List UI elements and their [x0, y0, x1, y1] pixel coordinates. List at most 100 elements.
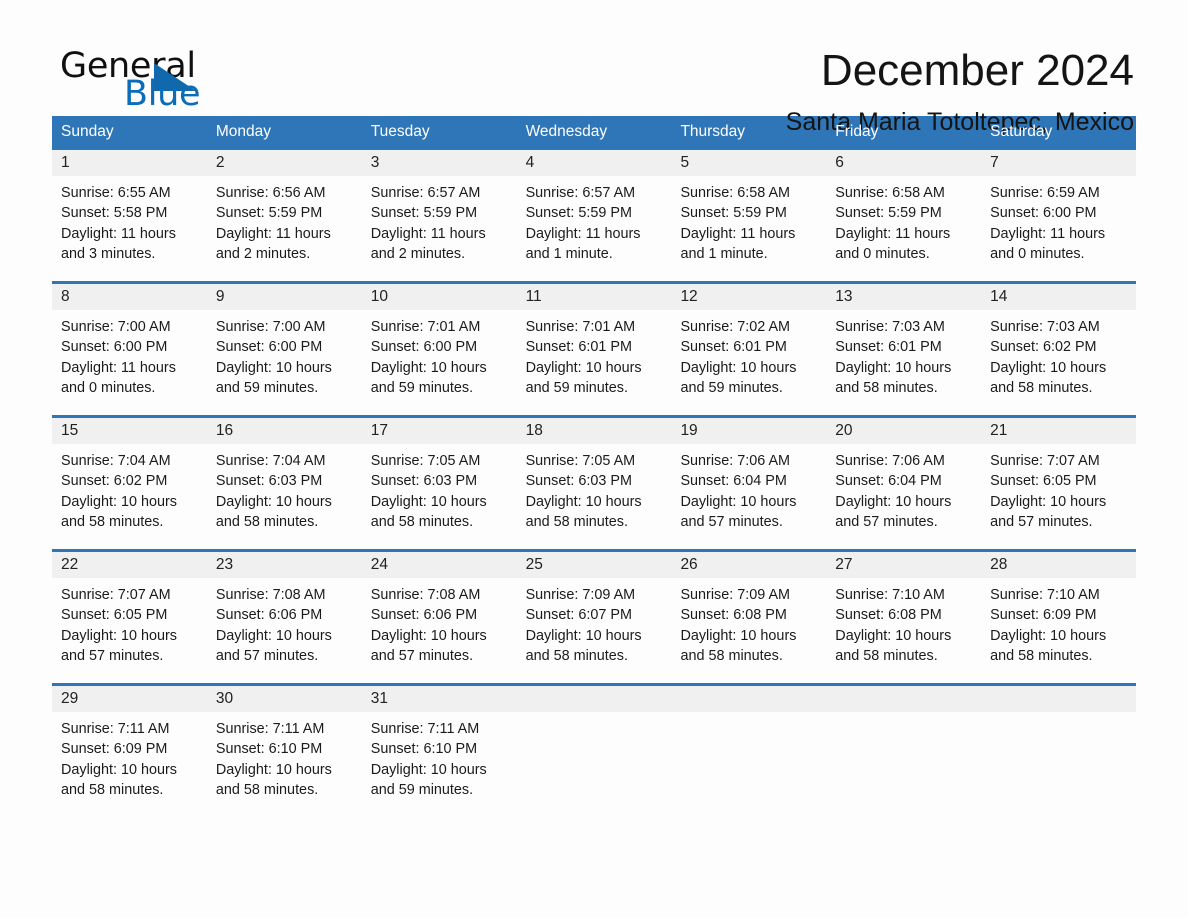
day-cell[interactable]: 26 Sunrise: 7:09 AM Sunset: 6:08 PM Dayl… [671, 552, 827, 683]
day-cell[interactable]: 11 Sunrise: 7:01 AM Sunset: 6:01 PM Dayl… [516, 284, 672, 415]
sunset-text: Sunset: 6:09 PM [990, 607, 1097, 624]
weekday-header-row: Sunday Monday Tuesday Wednesday Thursday… [52, 116, 1136, 147]
day-number: 1 [61, 154, 70, 171]
sunset-text: Sunset: 5:59 PM [370, 205, 478, 222]
day-info: Sunrise: 7:03 AM Sunset: 6:01 PM Dayligh… [826, 310, 981, 398]
day-number: 17 [370, 422, 388, 439]
day-cell[interactable]: 15 Sunrise: 7:04 AM Sunset: 6:02 PM Dayl… [52, 418, 207, 549]
sunset-text: Sunset: 6:03 PM [525, 473, 632, 490]
day-number: 6 [835, 154, 844, 171]
day-cell[interactable]: 2 Sunrise: 6:56 AM Sunset: 5:59 PM Dayli… [206, 150, 362, 281]
day-number-band: 26 [671, 552, 827, 578]
day-cell[interactable]: 3 Sunrise: 6:57 AM Sunset: 5:59 PM Dayli… [361, 150, 517, 281]
day-cell[interactable]: 23 Sunrise: 7:08 AM Sunset: 6:06 PM Dayl… [206, 552, 362, 683]
sunrise-text: Sunrise: 7:10 AM [835, 587, 945, 603]
day-info: Sunrise: 6:55 AM Sunset: 5:58 PM Dayligh… [52, 176, 207, 264]
day-number-band: 3 [361, 150, 517, 176]
sunrise-text: Sunrise: 6:57 AM [370, 185, 481, 201]
sunrise-text: Sunrise: 6:59 AM [990, 185, 1100, 201]
day-cell[interactable]: 28 Sunrise: 7:10 AM Sunset: 6:09 PM Dayl… [981, 552, 1137, 683]
day-number: 10 [370, 288, 388, 305]
day-number: 20 [835, 422, 853, 439]
sunrise-text: Sunrise: 7:06 AM [835, 453, 945, 469]
sunrise-text: Sunrise: 6:56 AM [215, 185, 326, 201]
day-cell-empty [826, 686, 982, 817]
day-cell[interactable]: 9 Sunrise: 7:00 AM Sunset: 6:00 PM Dayli… [206, 284, 362, 415]
day-number-band [981, 686, 1137, 712]
daylight-text: Daylight: 11 hours and 1 minute. [525, 225, 641, 262]
day-number-band: 15 [52, 418, 207, 444]
day-cell[interactable]: 22 Sunrise: 7:07 AM Sunset: 6:05 PM Dayl… [52, 552, 207, 683]
day-number: 14 [990, 288, 1008, 305]
day-number-band: 6 [826, 150, 982, 176]
daylight-text: Daylight: 10 hours and 58 minutes. [61, 761, 177, 798]
sunset-text: Sunset: 6:10 PM [215, 741, 323, 758]
week-row: 22 Sunrise: 7:07 AM Sunset: 6:05 PM Dayl… [52, 549, 1137, 683]
logo-text-blue: Blue [124, 74, 201, 114]
daylight-text: Daylight: 10 hours and 59 minutes. [370, 761, 487, 798]
day-cell[interactable]: 24 Sunrise: 7:08 AM Sunset: 6:06 PM Dayl… [361, 552, 517, 683]
day-cell[interactable]: 19 Sunrise: 7:06 AM Sunset: 6:04 PM Dayl… [671, 418, 827, 549]
day-cell[interactable]: 30 Sunrise: 7:11 AM Sunset: 6:10 PM Dayl… [206, 686, 362, 817]
sunrise-text: Sunrise: 7:00 AM [61, 319, 171, 335]
day-number-band: 4 [516, 150, 672, 176]
day-number: 2 [215, 154, 225, 171]
daylight-text: Daylight: 11 hours and 2 minutes. [370, 225, 486, 262]
day-cell[interactable]: 5 Sunrise: 6:58 AM Sunset: 5:59 PM Dayli… [671, 150, 827, 281]
day-cell[interactable]: 25 Sunrise: 7:09 AM Sunset: 6:07 PM Dayl… [516, 552, 672, 683]
sunset-text: Sunset: 6:00 PM [990, 205, 1097, 222]
daylight-text: Daylight: 10 hours and 58 minutes. [61, 493, 177, 530]
day-cell[interactable]: 6 Sunrise: 6:58 AM Sunset: 5:59 PM Dayli… [826, 150, 982, 281]
day-cell[interactable]: 29 Sunrise: 7:11 AM Sunset: 6:09 PM Dayl… [52, 686, 207, 817]
sunrise-text: Sunrise: 7:07 AM [61, 587, 171, 603]
day-cell[interactable]: 1 Sunrise: 6:55 AM Sunset: 5:58 PM Dayli… [52, 150, 207, 281]
day-number: 18 [525, 422, 543, 439]
day-cell[interactable]: 16 Sunrise: 7:04 AM Sunset: 6:03 PM Dayl… [206, 418, 362, 549]
general-blue-logo: General Blue [52, 46, 252, 120]
day-number-band: 2 [206, 150, 362, 176]
day-number: 16 [215, 422, 234, 439]
day-info: Sunrise: 6:57 AM Sunset: 5:59 PM Dayligh… [517, 176, 672, 264]
day-number-band: 29 [52, 686, 207, 712]
daylight-text: Daylight: 11 hours and 0 minutes. [990, 225, 1106, 262]
day-cell[interactable]: 18 Sunrise: 7:05 AM Sunset: 6:03 PM Dayl… [516, 418, 672, 549]
page-header: General Blue December 2024 Santa Maria T… [52, 0, 1136, 136]
day-cell[interactable]: 27 Sunrise: 7:10 AM Sunset: 6:08 PM Dayl… [826, 552, 982, 683]
day-cell[interactable]: 21 Sunrise: 7:07 AM Sunset: 6:05 PM Dayl… [981, 418, 1137, 549]
day-number: 24 [370, 556, 388, 573]
sunrise-text: Sunrise: 7:01 AM [525, 319, 636, 335]
day-cell[interactable]: 10 Sunrise: 7:01 AM Sunset: 6:00 PM Dayl… [361, 284, 517, 415]
daylight-text: Daylight: 10 hours and 59 minutes. [525, 359, 642, 396]
day-number: 28 [990, 556, 1008, 573]
day-cell[interactable]: 20 Sunrise: 7:06 AM Sunset: 6:04 PM Dayl… [826, 418, 982, 549]
day-info: Sunrise: 7:10 AM Sunset: 6:09 PM Dayligh… [981, 578, 1136, 666]
day-number: 3 [370, 154, 380, 171]
day-cell[interactable]: 13 Sunrise: 7:03 AM Sunset: 6:01 PM Dayl… [826, 284, 982, 415]
day-cell[interactable]: 8 Sunrise: 7:00 AM Sunset: 6:00 PM Dayli… [52, 284, 207, 415]
daylight-text: Daylight: 10 hours and 57 minutes. [990, 493, 1107, 530]
week-row: 15 Sunrise: 7:04 AM Sunset: 6:02 PM Dayl… [52, 415, 1137, 549]
day-number: 22 [61, 556, 79, 573]
sunset-text: Sunset: 6:02 PM [990, 339, 1097, 356]
day-info: Sunrise: 7:04 AM Sunset: 6:03 PM Dayligh… [207, 444, 362, 532]
day-cell[interactable]: 12 Sunrise: 7:02 AM Sunset: 6:01 PM Dayl… [671, 284, 827, 415]
sunset-text: Sunset: 6:03 PM [215, 473, 323, 490]
day-cell[interactable]: 31 Sunrise: 7:11 AM Sunset: 6:10 PM Dayl… [361, 686, 517, 817]
weekday-monday: Monday [215, 123, 272, 140]
day-number: 5 [680, 154, 690, 171]
sunset-text: Sunset: 6:10 PM [370, 741, 478, 758]
day-number-band: 8 [52, 284, 207, 310]
day-cell[interactable]: 7 Sunrise: 6:59 AM Sunset: 6:00 PM Dayli… [981, 150, 1137, 281]
day-cell[interactable]: 17 Sunrise: 7:05 AM Sunset: 6:03 PM Dayl… [361, 418, 517, 549]
daylight-text: Daylight: 10 hours and 58 minutes. [990, 359, 1107, 396]
day-number-band: 19 [671, 418, 827, 444]
day-cell[interactable]: 14 Sunrise: 7:03 AM Sunset: 6:02 PM Dayl… [981, 284, 1137, 415]
daylight-text: Daylight: 11 hours and 0 minutes. [835, 225, 951, 262]
day-cell[interactable]: 4 Sunrise: 6:57 AM Sunset: 5:59 PM Dayli… [516, 150, 672, 281]
day-number: 15 [61, 422, 79, 439]
day-number: 19 [680, 422, 698, 439]
sunrise-text: Sunrise: 7:09 AM [680, 587, 791, 603]
day-number: 23 [215, 556, 234, 573]
sunrise-text: Sunrise: 7:03 AM [835, 319, 945, 335]
daylight-text: Daylight: 11 hours and 1 minute. [680, 225, 796, 262]
